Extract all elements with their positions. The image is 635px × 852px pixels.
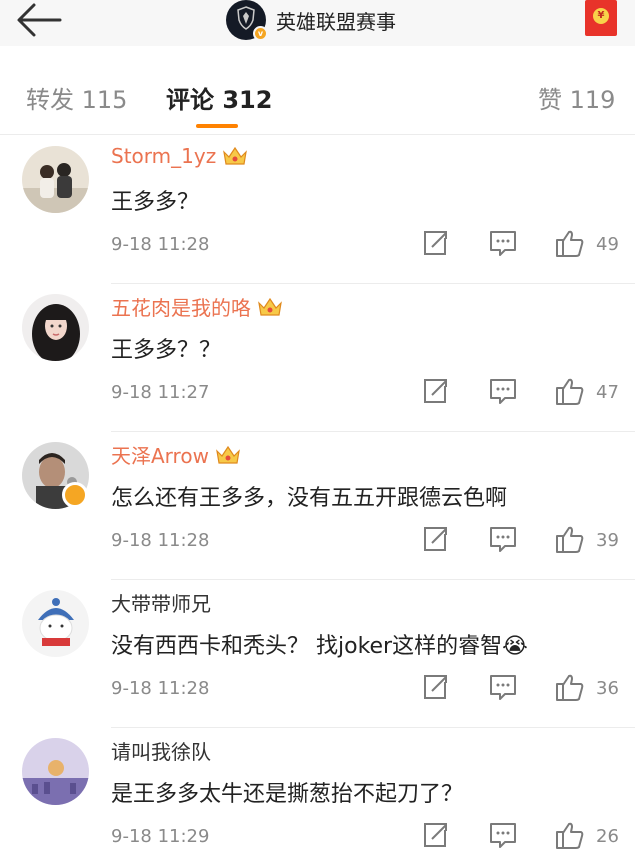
page-title-group[interactable]: v 英雄联盟赛事: [226, 0, 396, 41]
vip-crown-icon: [223, 146, 248, 165]
like-count: 26: [596, 826, 619, 847]
like-thumb-icon[interactable]: [555, 376, 585, 406]
account-avatar[interactable]: v: [226, 0, 268, 41]
like-count: 36: [596, 678, 619, 699]
comment-username[interactable]: 五花肉是我的咯: [111, 292, 283, 321]
share-icon[interactable]: [422, 376, 448, 406]
red-packet-button[interactable]: ¥: [585, 0, 617, 36]
user-avatar[interactable]: [22, 294, 89, 361]
like-thumb-icon[interactable]: [555, 820, 585, 850]
active-tab-indicator: [196, 124, 238, 128]
comment-text: 怎么还有王多多，没有五五开跟德云色啊: [111, 486, 508, 511]
comment-time: 9-18 11:28: [111, 530, 210, 551]
like-thumb-icon[interactable]: [555, 524, 585, 554]
page-title: 英雄联盟赛事: [276, 9, 396, 34]
verified-badge-icon: [62, 482, 88, 508]
comment-username[interactable]: 天泽Arrow: [111, 440, 241, 469]
tab-bar: 转发 115 评论 312 赞 119: [0, 62, 635, 132]
like-thumb-icon[interactable]: [555, 672, 585, 702]
like-thumb-icon[interactable]: [555, 228, 585, 258]
comment-icon[interactable]: [489, 376, 517, 406]
share-icon[interactable]: [422, 524, 448, 554]
comment-text: 是王多多太牛还是撕葱抬不起刀了？: [111, 782, 464, 807]
red-packet-icon: ¥: [593, 8, 609, 24]
comment-time: 9-18 11:28: [111, 234, 210, 255]
like-count: 49: [596, 234, 619, 255]
like-count: 39: [596, 530, 619, 551]
vip-crown-icon: [258, 297, 282, 316]
top-bar: v 英雄联盟赛事 ¥: [0, 0, 635, 46]
user-avatar[interactable]: [22, 146, 89, 213]
divider: [0, 134, 635, 135]
share-icon[interactable]: [422, 672, 448, 702]
comment-item: 大带带师兄 没有西西卡和秃头？ 找joker这样的睿智😭 9-18 11:28 …: [0, 580, 635, 728]
comment-icon[interactable]: [489, 672, 517, 702]
tab-reposts[interactable]: 转发 115: [26, 80, 127, 115]
share-icon[interactable]: [422, 228, 448, 258]
comment-icon[interactable]: [489, 228, 517, 258]
comment-item: 五花肉是我的咯 王多多？？ 9-18 11:27 47: [0, 284, 635, 432]
comment-username[interactable]: Storm_1yz: [111, 144, 248, 168]
comment-icon[interactable]: [489, 820, 517, 850]
back-arrow-icon[interactable]: [14, 2, 64, 38]
tab-comments[interactable]: 评论 312: [166, 80, 272, 115]
comment-icon[interactable]: [489, 524, 517, 554]
comment-text: 没有西西卡和秃头？ 找joker这样的睿智😭: [111, 634, 528, 659]
lol-logo-icon: [237, 6, 255, 30]
comment-item: 天泽Arrow 怎么还有王多多，没有五五开跟德云色啊 9-18 11:28 39: [0, 432, 635, 580]
comment-text: 王多多？？: [111, 338, 222, 363]
tab-likes[interactable]: 赞 119: [538, 80, 615, 115]
comment-item: 请叫我徐队 是王多多太牛还是撕葱抬不起刀了？ 9-18 11:29 26: [0, 728, 635, 852]
comment-time: 9-18 11:28: [111, 678, 210, 699]
comment-text: 王多多？: [111, 190, 200, 215]
vip-crown-icon: [216, 445, 240, 464]
verified-badge-icon: v: [253, 26, 268, 41]
comment-username[interactable]: 大带带师兄: [111, 588, 211, 617]
user-avatar[interactable]: [22, 738, 89, 805]
comment-item: Storm_1yz 王多多？ 9-18 11:28 49: [0, 136, 635, 284]
comment-time: 9-18 11:29: [111, 826, 210, 847]
user-avatar[interactable]: [22, 590, 89, 657]
like-count: 47: [596, 382, 619, 403]
comment-username[interactable]: 请叫我徐队: [111, 736, 211, 765]
comment-time: 9-18 11:27: [111, 382, 210, 403]
share-icon[interactable]: [422, 820, 448, 850]
